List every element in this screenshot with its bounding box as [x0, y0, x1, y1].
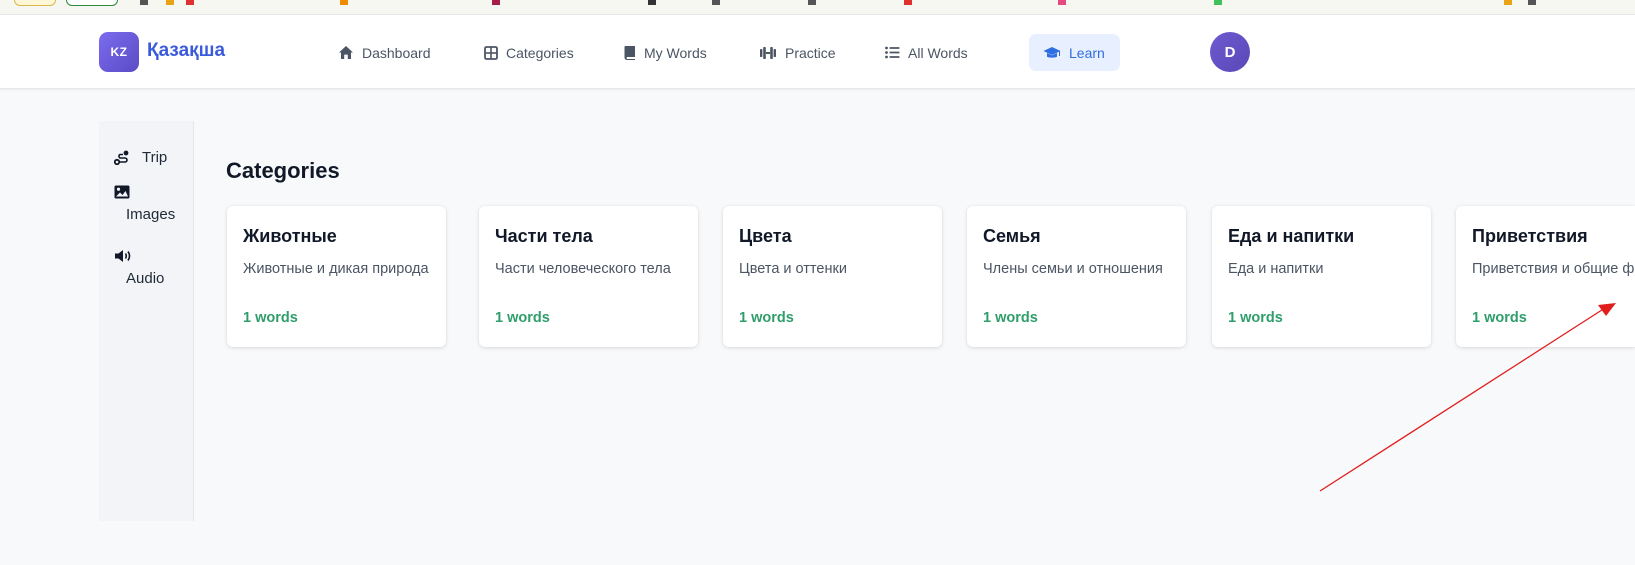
card-title: Приветствия [1472, 226, 1588, 246]
bookmark-icon[interactable] [492, 0, 500, 5]
card-word-count: 1 words [1228, 310, 1283, 326]
list-icon [885, 46, 900, 59]
bookmark-icon[interactable] [140, 0, 148, 5]
page-title: Categories [226, 158, 340, 183]
card-title: Животные [243, 226, 337, 246]
top-navbar: KZ Қазақша Dashboard Categories My Words… [0, 15, 1635, 89]
dumbbell-icon [760, 46, 776, 59]
category-card-food-drinks[interactable]: Еда и напитки Еда и напитки 1 words [1212, 206, 1431, 347]
sidebar: Trip Images Audio [99, 121, 194, 521]
bookmark-icon[interactable] [166, 0, 174, 5]
sidebar-item-audio[interactable]: Audio [114, 249, 164, 287]
card-title: Семья [983, 226, 1041, 246]
route-icon [114, 150, 129, 165]
card-description: Части человеческого тела [495, 261, 671, 277]
bookmark-icon[interactable] [648, 0, 656, 5]
nav-label: Learn [1069, 44, 1105, 61]
card-word-count: 1 words [243, 310, 298, 326]
bookmark-icon[interactable] [1504, 0, 1512, 5]
card-description: Приветствия и общие ф [1472, 261, 1635, 277]
bookmark-icon[interactable] [808, 0, 816, 5]
category-card-greetings[interactable]: Приветствия Приветствия и общие ф 1 word… [1456, 206, 1635, 347]
bookmark-item[interactable] [66, 0, 118, 6]
user-avatar[interactable]: D [1210, 32, 1250, 72]
bookmark-icon[interactable] [340, 0, 348, 5]
nav-label: Categories [506, 44, 574, 61]
speaker-icon [115, 250, 131, 262]
nav-label: All Words [908, 44, 968, 61]
card-description: Еда и напитки [1228, 261, 1324, 277]
card-description: Члены семьи и отношения [983, 261, 1163, 277]
card-word-count: 1 words [1472, 310, 1527, 326]
nav-item-learn[interactable]: Learn [1029, 34, 1120, 71]
graduation-cap-icon [1043, 46, 1061, 58]
image-icon [114, 185, 130, 199]
nav-label: Practice [785, 44, 836, 61]
category-card-body-parts[interactable]: Части тела Части человеческого тела 1 wo… [479, 206, 698, 347]
bookmark-icon[interactable] [1214, 0, 1222, 5]
home-icon [339, 46, 353, 59]
sidebar-item-label: Images [126, 206, 176, 223]
nav-item-my-words[interactable]: My Words [610, 34, 721, 71]
nav-item-practice[interactable]: Practice [745, 34, 850, 71]
bookmark-item[interactable] [14, 0, 56, 6]
card-description: Цвета и оттенки [739, 261, 847, 277]
logo-text: KZ [110, 45, 128, 59]
bookmark-icon[interactable] [904, 0, 912, 5]
card-word-count: 1 words [983, 310, 1038, 326]
bookmark-icon[interactable] [1058, 0, 1066, 5]
category-card-animals[interactable]: Животные Животные и дикая природа 1 word… [227, 206, 446, 347]
bookmark-icon[interactable] [186, 0, 194, 5]
nav-label: Dashboard [362, 44, 431, 61]
sidebar-item-trip[interactable]: Trip [114, 149, 167, 166]
card-description: Животные и дикая природа [243, 261, 429, 277]
browser-bookmarks-strip [0, 0, 1635, 15]
brand-name[interactable]: Қазақша [147, 40, 225, 62]
card-word-count: 1 words [495, 310, 550, 326]
avatar-initial: D [1224, 43, 1236, 61]
card-word-count: 1 words [739, 310, 794, 326]
grid-icon [484, 45, 498, 60]
card-title: Части тела [495, 226, 593, 246]
app-logo[interactable]: KZ [99, 32, 139, 72]
nav-label: My Words [644, 44, 707, 61]
card-title: Еда и напитки [1228, 226, 1355, 246]
bookmark-icon[interactable] [712, 0, 720, 5]
nav-item-categories[interactable]: Categories [470, 34, 588, 71]
bookmark-icon[interactable] [1528, 0, 1536, 5]
book-icon [624, 46, 635, 60]
category-card-colors[interactable]: Цвета Цвета и оттенки 1 words [723, 206, 942, 347]
sidebar-item-label: Trip [142, 149, 168, 166]
nav-item-dashboard[interactable]: Dashboard [324, 34, 445, 71]
sidebar-item-images[interactable]: Images [114, 185, 175, 223]
nav-item-all-words[interactable]: All Words [871, 34, 982, 71]
card-title: Цвета [739, 226, 792, 246]
category-card-family[interactable]: Семья Члены семьи и отношения 1 words [967, 206, 1186, 347]
sidebar-item-label: Audio [126, 270, 165, 287]
